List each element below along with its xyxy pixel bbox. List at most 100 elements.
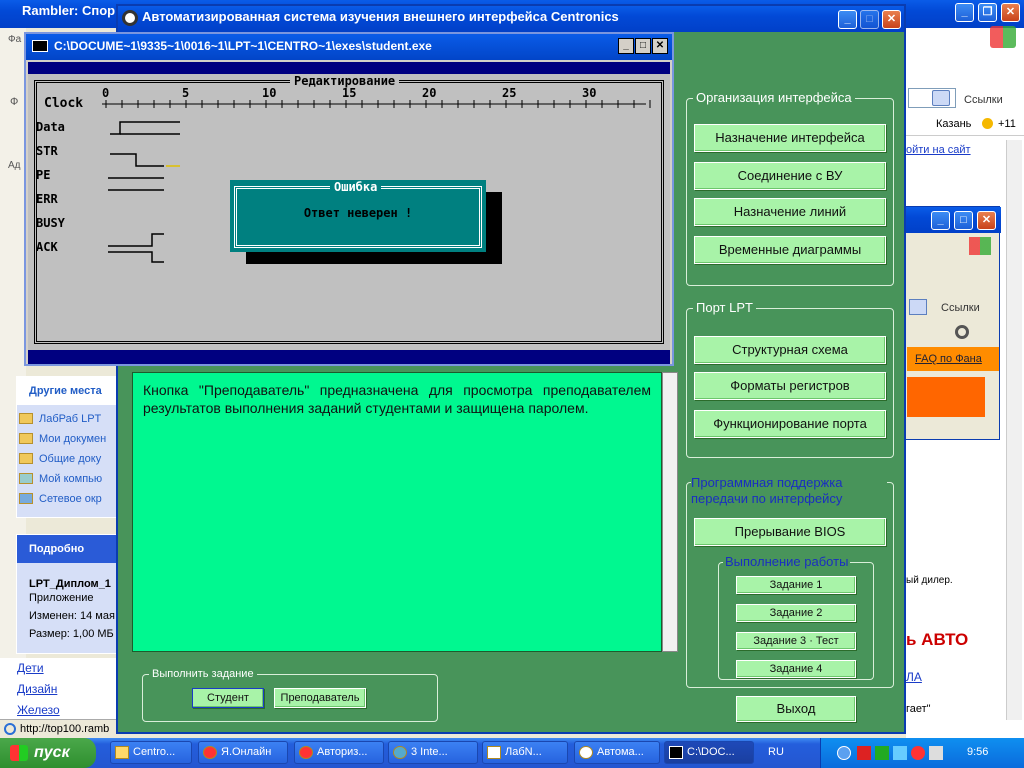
task1-button[interactable]: Задание 1: [736, 576, 856, 594]
console-area: Редактирование Clock 0 5 10 15 20 25 30 …: [28, 62, 670, 364]
browser-maximize-button[interactable]: ❐: [978, 3, 997, 22]
teacher-button[interactable]: Преподаватель: [274, 688, 366, 708]
browser-scrollbar[interactable]: [1006, 140, 1022, 720]
task-centro[interactable]: Centro...: [110, 741, 192, 764]
link-dizain[interactable]: Дизайн: [17, 679, 128, 700]
dos-title: C:\DOCUME~1\9335~1\0016~1\LPT~1\CENTRO~1…: [54, 39, 432, 53]
folder-icon: [115, 746, 129, 759]
exit-button[interactable]: Выход: [736, 696, 856, 722]
browser-minimize-button[interactable]: _: [955, 3, 974, 22]
signal-data: Data: [36, 120, 65, 134]
yandex-icon: [299, 746, 313, 759]
small-window-min-button[interactable]: _: [931, 211, 950, 230]
console-icon: [669, 746, 683, 759]
port-function-button[interactable]: Функционирование порта: [694, 410, 886, 438]
task2-button[interactable]: Задание 2: [736, 604, 856, 622]
file-type: Приложение: [29, 592, 94, 604]
signal-busy: BUSY: [36, 216, 65, 230]
yandex-icon: [203, 746, 217, 759]
link-deti[interactable]: Дети: [17, 658, 128, 679]
task4-button[interactable]: Задание 4: [736, 660, 856, 678]
bios-interrupt-button[interactable]: Прерывание BIOS: [694, 518, 886, 546]
place-link-network[interactable]: Сетевое окр: [17, 489, 127, 509]
line-assignment-button[interactable]: Назначение линий: [694, 198, 886, 226]
browser-close-button[interactable]: ✕: [1001, 3, 1020, 22]
file-modified: Изменен: 14 мая: [29, 610, 115, 622]
place-link-mydocs[interactable]: Мои докумен: [17, 429, 127, 449]
task-word-lab[interactable]: ЛабN...: [482, 741, 568, 764]
dos-close-button[interactable]: ✕: [652, 38, 668, 54]
link-zhelezo[interactable]: Железо: [17, 700, 128, 721]
other-places-panel: Другие места ЛабРаб LPT Мои докумен Общи…: [16, 376, 128, 518]
app-minimize-button[interactable]: _: [838, 10, 857, 29]
tray-antivirus-icon[interactable]: [857, 746, 871, 760]
faq-link[interactable]: FAQ по Фана: [915, 353, 982, 365]
signal-err: ERR: [36, 192, 58, 206]
orange-banner: [907, 377, 985, 417]
small-window-close-button[interactable]: ✕: [977, 211, 996, 230]
la-link[interactable]: ЛА: [906, 670, 922, 684]
connect-device-button[interactable]: Соединение с ВУ: [694, 162, 886, 190]
gaet-text: гает": [906, 703, 931, 715]
timing-diagrams-button[interactable]: Временные диаграммы: [694, 236, 886, 264]
busy-wave: [108, 233, 164, 247]
dos-maximize-button[interactable]: □: [635, 38, 651, 54]
assign-interface-button[interactable]: Назначение интерфейса: [694, 124, 886, 152]
language-indicator[interactable]: RU: [768, 746, 784, 758]
structure-scheme-button[interactable]: Структурная схема: [694, 336, 886, 364]
description-scrollbar[interactable]: [662, 372, 678, 652]
task-dos-console[interactable]: C:\DOC...: [664, 741, 754, 764]
tray-yandex-icon[interactable]: [911, 746, 925, 760]
word-icon: [487, 746, 501, 759]
student-button[interactable]: Студент: [192, 688, 264, 708]
go-to-site-link[interactable]: ойти на сайт: [906, 144, 971, 156]
task-automated-system[interactable]: Автома...: [574, 741, 660, 764]
description-area: Кнопка "Преподаватель" предназначена для…: [132, 372, 662, 652]
error-message: Ответ неверен !: [303, 206, 413, 220]
data-wave: [110, 121, 180, 135]
signal-pe: PE: [36, 168, 51, 182]
task-authorization[interactable]: Авториз...: [294, 741, 384, 764]
dos-minimize-button[interactable]: _: [618, 38, 634, 54]
browser-menu-fa: Фа: [8, 34, 22, 45]
app-radiation-icon: [122, 10, 138, 26]
register-formats-button[interactable]: Форматы регистров: [694, 372, 886, 400]
place-link-mycomputer[interactable]: Мой компью: [17, 469, 127, 489]
task-yandex-online[interactable]: Я.Онлайн: [198, 741, 288, 764]
browser-menu-f: Ф: [10, 96, 19, 108]
start-button[interactable]: пуск: [0, 738, 96, 768]
browser-addr-label: Ад: [8, 160, 21, 171]
work-execution-title: Выполнение работы: [723, 554, 851, 569]
place-link-labrab[interactable]: ЛабРаб LPT: [17, 409, 127, 429]
tray-clock: 9:56: [967, 746, 989, 758]
auto-brand: ь АВТО: [906, 630, 969, 649]
tray-expand-icon[interactable]: [837, 746, 851, 760]
details-title: Подробно: [17, 535, 127, 563]
task3-button[interactable]: Задание 3 · Тест: [736, 632, 856, 650]
app-close-button[interactable]: ✕: [882, 10, 901, 29]
browser-links-label[interactable]: Ссылки: [964, 94, 1003, 106]
tray-volume-icon[interactable]: [929, 746, 943, 760]
task-ie-group[interactable]: 3 Inte...: [388, 741, 478, 764]
windows-flag-icon: [990, 26, 1016, 48]
tray-network-icon[interactable]: [893, 746, 907, 760]
details-panel: Подробно LPT_Диплом_1 Приложение Изменен…: [16, 534, 128, 654]
small-window-links[interactable]: Ссылки: [941, 302, 980, 314]
search-icon[interactable]: [909, 299, 927, 315]
place-link-shared[interactable]: Общие доку: [17, 449, 127, 469]
ie-icon: [4, 723, 16, 735]
sun-icon: [982, 118, 993, 129]
folder-icon: [19, 413, 33, 424]
timing-waveforms: [108, 121, 180, 263]
gear-icon[interactable]: [955, 325, 969, 339]
tray-shield-icon[interactable]: [875, 746, 889, 760]
app-maximize-button[interactable]: □: [860, 10, 879, 29]
ack-wave: [108, 251, 164, 263]
edit-frame-bg: Редактирование Clock 0 5 10 15 20 25 30 …: [28, 74, 670, 350]
windows-logo-icon: [10, 745, 28, 761]
search-icon[interactable]: [932, 90, 950, 106]
signal-str: STR: [36, 144, 58, 158]
radiation-icon: [579, 746, 593, 759]
computer-icon: [19, 473, 33, 484]
small-window-max-button[interactable]: □: [954, 211, 973, 230]
